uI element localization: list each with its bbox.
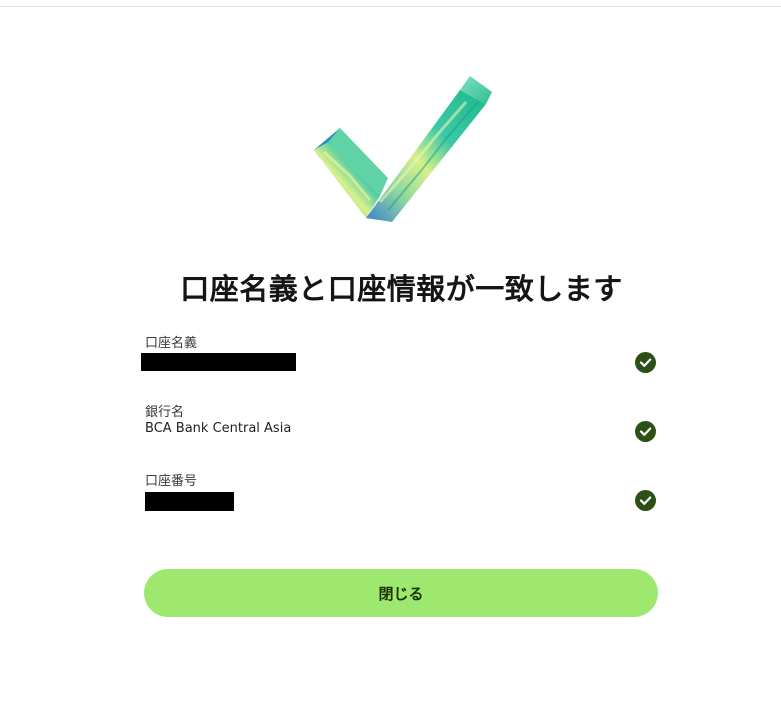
page-title: 口座名義と口座情報が一致します <box>180 272 623 306</box>
close-button[interactable]: 閉じる <box>144 569 658 617</box>
bank-name-label: 銀行名 <box>145 405 185 420</box>
check-circle-icon <box>635 421 656 442</box>
account-name-label: 口座名義 <box>145 336 198 351</box>
bank-name-value: BCA Bank Central Asia <box>145 421 292 436</box>
redacted-account-number <box>145 492 234 511</box>
account-name-field: 口座名義 <box>141 332 660 392</box>
account-number-field: 口座番号 <box>145 470 660 530</box>
top-divider <box>0 6 781 7</box>
account-number-label: 口座番号 <box>145 474 198 489</box>
bank-name-field: 銀行名 BCA Bank Central Asia <box>145 401 660 461</box>
check-circle-icon <box>635 352 656 373</box>
check-circle-icon <box>635 490 656 511</box>
redacted-account-name <box>141 353 296 371</box>
checkmark-illustration-icon <box>314 76 492 222</box>
